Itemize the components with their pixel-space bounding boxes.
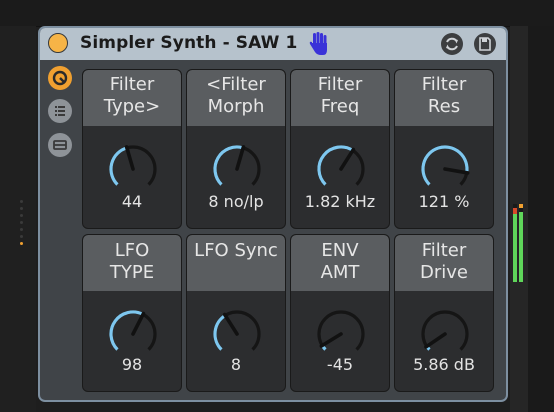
right-edge-pane — [528, 26, 554, 412]
device-title: Simpler Synth - SAW 1 — [80, 33, 298, 53]
knob-needle — [222, 312, 239, 336]
knob-needle — [124, 145, 135, 171]
macro-3-value: 1.82 kHz — [304, 192, 376, 211]
macro-5-label: LFO TYPE — [83, 235, 181, 291]
knob-dial-icon — [109, 145, 157, 186]
macro-6-label: LFO Sync — [187, 235, 285, 291]
macro-6-value: 8 — [230, 355, 242, 374]
macro-7-knob[interactable]: -45 — [291, 291, 389, 391]
knob-dial-icon — [317, 145, 365, 186]
macro-7-panel: ENV AMT -45 — [290, 234, 390, 392]
macro-8-knob[interactable]: 5.86 dB — [395, 291, 493, 391]
knob-dial-icon — [421, 145, 470, 186]
device-title-bar[interactable]: Simpler Synth - SAW 1 — [40, 28, 506, 60]
macro-3-panel: Filter Freq 1.82 kHz — [290, 69, 390, 229]
knob-dial-icon — [317, 310, 365, 351]
output-meter-left — [513, 204, 517, 282]
instrument-rack-device: Simpler Synth - SAW 1 Filter Type> 44 <F… — [38, 26, 508, 402]
macro-controls-toggle[interactable] — [48, 66, 72, 90]
knob-value-arc — [213, 314, 227, 351]
knob-dial-icon — [421, 310, 469, 351]
macro-8-panel: Filter Drive 5.86 dB — [394, 234, 494, 392]
macro-2-panel: <Filter Morph 8 no/lp — [186, 69, 286, 229]
knob-needle — [235, 145, 246, 171]
macro-4-label: Filter Res — [395, 70, 493, 126]
macro-2-label: <Filter Morph — [187, 70, 285, 126]
chain-list-toggle[interactable] — [48, 99, 72, 123]
knob-value-arc — [109, 146, 128, 186]
refresh-icon — [446, 37, 458, 51]
knob-dial-icon — [213, 145, 261, 186]
macro-2-value: 8 no/lp — [208, 192, 264, 211]
knob-toggle-icon — [52, 70, 68, 86]
macro-1-value: 44 — [121, 192, 143, 211]
macro-2-knob[interactable]: 8 no/lp — [187, 126, 285, 226]
save-icon — [479, 37, 491, 51]
save-preset-button[interactable] — [474, 33, 496, 55]
macro-6-panel: LFO Sync 8 — [186, 234, 286, 392]
randomize-macros-button[interactable] — [441, 33, 463, 55]
macro-3-knob[interactable]: 1.82 kHz — [291, 126, 389, 226]
knob-needle — [339, 147, 356, 171]
list-icon — [55, 106, 65, 116]
macro-3-label: Filter Freq — [291, 70, 389, 126]
macro-8-value: 5.86 dB — [413, 355, 475, 374]
macro-5-value: 98 — [121, 355, 143, 374]
knob-dial-icon — [213, 310, 261, 351]
knob-value-arc — [421, 145, 469, 186]
macro-1-panel: Filter Type> 44 — [82, 69, 182, 229]
knob-needle — [131, 311, 146, 336]
knob-needle — [424, 332, 447, 349]
macro-5-panel: LFO TYPE 98 — [82, 234, 182, 392]
macro-5-knob[interactable]: 98 — [83, 291, 181, 391]
chain-position-dots — [17, 200, 25, 249]
device-chain-left-pane — [0, 26, 36, 412]
output-meter-right — [519, 204, 523, 282]
knob-needle — [443, 167, 470, 175]
device-power-button[interactable] — [48, 33, 68, 53]
knob-needle — [319, 332, 343, 348]
hand-icon — [309, 32, 327, 55]
track-meter-pane — [510, 26, 528, 412]
top-strip — [0, 0, 554, 27]
macro-4-panel: Filter Res 121 % — [394, 69, 494, 229]
macro-7-label: ENV AMT — [291, 235, 389, 291]
macro-1-knob[interactable]: 44 — [83, 126, 181, 226]
macro-4-value: 121 % — [418, 192, 470, 211]
devices-toggle[interactable] — [48, 133, 72, 157]
macro-7-value: -45 — [326, 355, 354, 374]
knob-dial-icon — [109, 310, 157, 351]
macro-6-knob[interactable]: 8 — [187, 291, 285, 391]
macro-4-knob[interactable]: 121 % — [395, 126, 493, 226]
macro-1-label: Filter Type> — [83, 70, 181, 126]
device-view-icon — [53, 140, 67, 150]
macro-8-label: Filter Drive — [395, 235, 493, 291]
knob-value-arc — [317, 145, 354, 186]
knob-value-arc — [109, 310, 144, 351]
